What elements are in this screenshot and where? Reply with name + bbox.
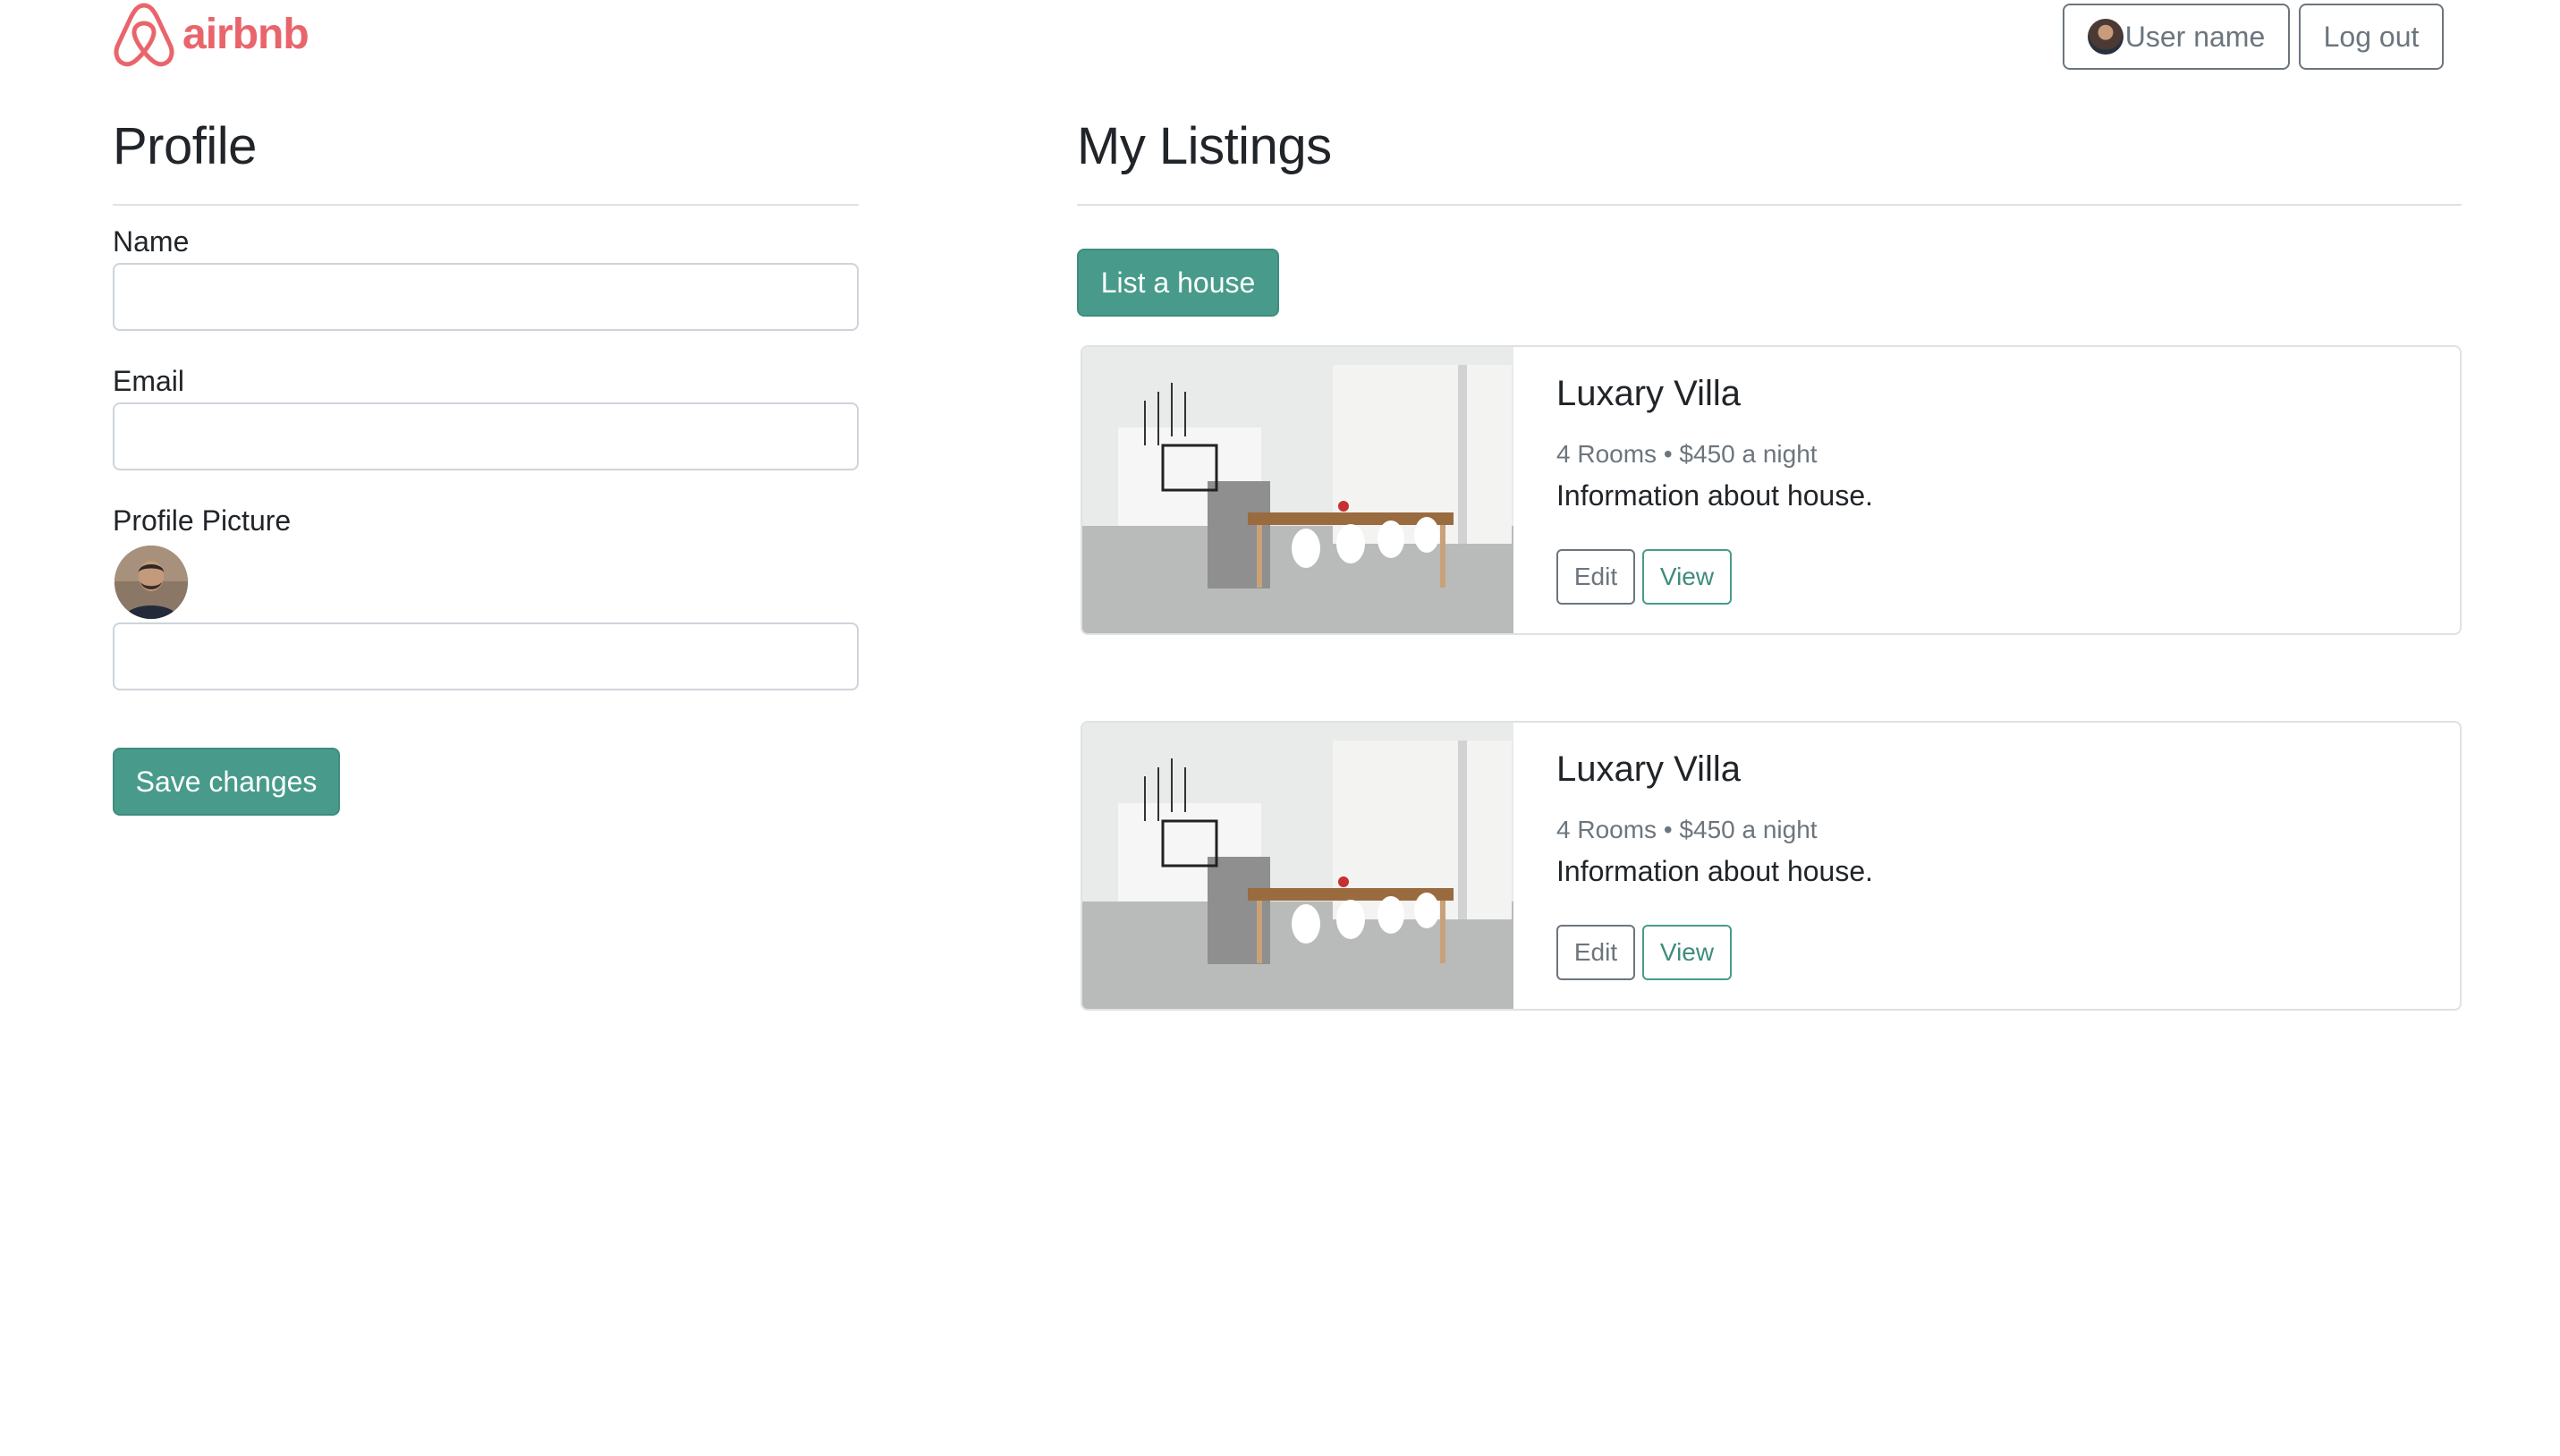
edit-listing-button[interactable]: Edit xyxy=(1556,925,1635,980)
listing-price: $450 a night xyxy=(1679,440,1818,468)
listing-description: Information about house. xyxy=(1556,479,1874,512)
listing-rooms: 4 Rooms xyxy=(1556,816,1657,843)
list-a-house-button[interactable]: List a house xyxy=(1077,249,1279,317)
edit-listing-button[interactable]: Edit xyxy=(1556,549,1635,605)
logo-text: airbnb xyxy=(182,10,309,58)
name-label: Name xyxy=(113,225,190,258)
listings-title: My Listings xyxy=(1077,117,1332,175)
listings-divider xyxy=(1077,204,2462,206)
name-input[interactable] xyxy=(113,263,859,331)
listing-card: Luxary Villa 4 Rooms • $450 a night Info… xyxy=(1081,345,2462,635)
listing-title: Luxary Villa xyxy=(1556,749,1742,789)
listing-card: Luxary Villa 4 Rooms • $450 a night Info… xyxy=(1081,721,2462,1011)
listing-description: Information about house. xyxy=(1556,855,1874,887)
profile-picture-input[interactable] xyxy=(113,622,859,690)
airbnb-logo-icon xyxy=(114,3,174,67)
profile-divider xyxy=(113,204,859,206)
email-input[interactable] xyxy=(113,402,859,470)
email-label: Email xyxy=(113,365,185,397)
profile-title: Profile xyxy=(113,117,257,175)
profile-avatar xyxy=(114,546,188,619)
profile-photo xyxy=(114,546,188,619)
separator-dot: • xyxy=(1663,440,1680,468)
listing-meta: 4 Rooms • $450 a night xyxy=(1556,440,1818,469)
view-listing-button[interactable]: View xyxy=(1642,925,1732,980)
listing-photo xyxy=(1082,723,1513,1009)
separator-dot: • xyxy=(1663,816,1680,843)
view-listing-button[interactable]: View xyxy=(1642,549,1732,605)
listing-rooms: 4 Rooms xyxy=(1556,440,1657,468)
listing-photo xyxy=(1082,347,1513,633)
page: airbnb User name Log out Profile Name Em… xyxy=(0,0,2560,1456)
listing-meta: 4 Rooms • $450 a night xyxy=(1556,816,1818,844)
user-avatar-icon xyxy=(2087,19,2123,55)
listing-title: Luxary Villa xyxy=(1556,374,1742,413)
profile-picture-label: Profile Picture xyxy=(113,504,292,537)
user-menu-button[interactable]: User name xyxy=(2063,4,2290,70)
save-changes-button[interactable]: Save changes xyxy=(113,748,340,816)
logout-button[interactable]: Log out xyxy=(2299,4,2444,70)
user-name-label: User name xyxy=(2124,20,2266,53)
airbnb-logo[interactable]: airbnb xyxy=(113,0,309,68)
listing-price: $450 a night xyxy=(1679,816,1818,843)
